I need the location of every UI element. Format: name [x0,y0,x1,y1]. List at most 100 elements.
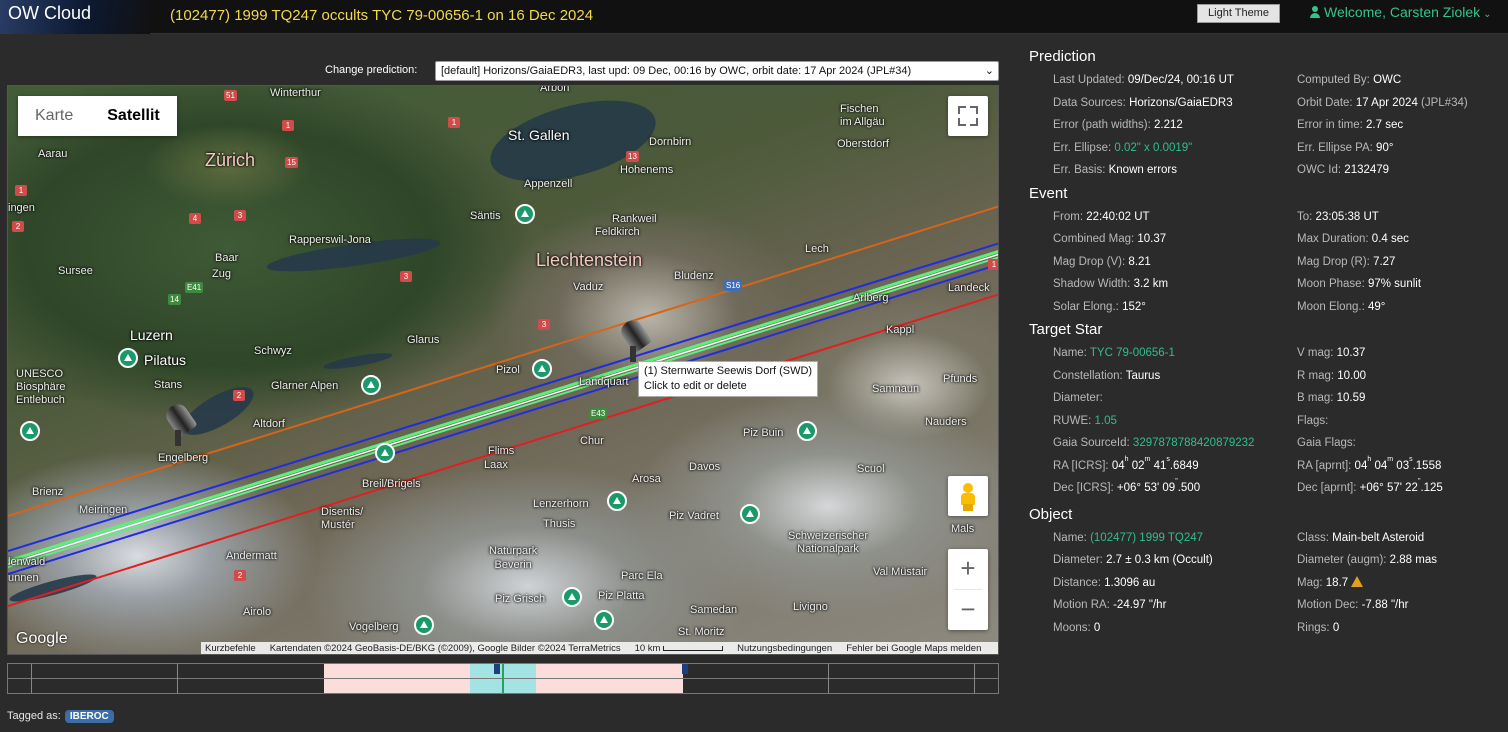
timeline-handle[interactable] [682,664,688,674]
report-error-link[interactable]: Fehler bei Google Maps melden [846,642,981,654]
google-logo[interactable]: Google [16,630,68,648]
place-label: Oberstdorf [837,138,889,150]
object-name-link[interactable]: (102477) 1999 TQ247 [1090,532,1203,544]
tag-badge[interactable]: IBEROC [64,710,114,723]
mountain-pin-icon[interactable] [532,359,552,379]
place-label: Chur [580,435,604,447]
road-shield: 4 [189,213,201,224]
tagged-label: Tagged as: [7,710,61,722]
field-motion-ra: Motion RA: -24.97 "/hr [1053,599,1167,611]
field-ra-apparent: RA [aprnt]: 04h 04m 03s.1558 [1297,455,1442,472]
place-label: Samnaun [872,383,920,395]
place-label: Glarus [407,334,440,346]
map-attribution: Kurzbefehle Kartendaten ©2024 GeoBasis-D… [201,642,998,654]
road-shield: 51 [224,90,237,101]
tooltip-hint: Click to edit or delete [644,380,747,392]
prediction-select[interactable]: [default] Horizons/GaiaEDR3, last upd: 0… [435,61,999,81]
road-shield: 1 [15,185,27,196]
road-shield: 13 [626,151,639,162]
place-label: Winterthur [270,87,321,99]
place-label: lenwald [8,556,46,568]
timeline-handle[interactable] [494,664,500,674]
field-b-mag: B mag: 10.59 [1297,392,1366,404]
mountain-pin-icon[interactable] [562,587,582,607]
zoom-in-button[interactable]: + [948,549,988,589]
place-label: Appenzell [524,178,573,190]
place-label: Pizol [496,364,520,376]
place-label: UNESCO Biosphäre Entlebuch [16,368,66,406]
section-title-target-star: Target Star [1029,321,1103,338]
light-theme-button[interactable]: Light Theme [1197,4,1280,23]
field-ra-icrs: RA [ICRS]: 04h 02m 41s.6849 [1053,455,1199,472]
fullscreen-icon[interactable] [948,96,988,136]
user-icon [1310,6,1320,18]
road-shield: 3 [400,271,412,282]
mountain-pin-icon[interactable] [20,421,40,441]
place-label: Scuol [857,463,885,475]
map-data-credit: Kartendaten ©2024 GeoBasis-DE/BKG (©2009… [269,643,621,654]
place-label: Sursee [58,265,93,277]
observer-tooltip[interactable]: (1) Sternwarte Seewis Dorf (SWD) Click t… [638,361,819,397]
place-label: Pfunds [943,373,978,385]
field-mag-drop-r: Mag Drop (R): 7.27 [1297,255,1396,268]
mountain-pin-icon[interactable] [414,615,434,635]
field-computed-by: Computed By: OWC [1297,74,1402,86]
place-label: Schweizerischer Nationalpark [788,530,869,555]
event-timeline[interactable] [7,663,999,694]
mountain-pin-icon[interactable] [375,443,395,463]
map[interactable]: Zürich Liechtenstein St. Gallen Winterth… [7,85,999,655]
mountain-pin-icon[interactable] [515,204,535,224]
gaia-source-link[interactable]: 3297878788420879232 [1133,437,1255,449]
tags: Tagged as: IBEROC [7,710,114,723]
path-limit-blue-north [8,242,998,552]
mountain-pin-icon[interactable] [797,421,817,441]
user-menu[interactable]: Welcome, Carsten Ziolek ⌄ [1310,4,1492,20]
place-label: Säntis [470,210,501,222]
mountain-pin-icon[interactable] [594,610,614,630]
place-label: Livigno [793,601,828,613]
path-center-green-2 [8,256,998,568]
mountain-pin-icon[interactable] [361,375,381,395]
scale-bar[interactable]: 10 km [635,642,724,654]
field-err-basis: Err. Basis: Known errors [1053,164,1177,176]
place-label: Nauders [925,416,967,428]
place-label: Landquart [579,376,629,388]
mountain-pin-icon[interactable] [607,491,627,511]
field-object-name: Name: (102477) 1999 TQ247 [1053,531,1204,544]
err-ellipse-link[interactable]: 0.02" x 0.0019" [1114,142,1192,154]
place-label: Arosa [632,473,661,485]
field-err-ellipse-pa: Err. Ellipse PA: 90° [1297,141,1394,154]
field-moons: Moons: 0 [1053,621,1101,634]
mountain-pin-icon[interactable] [740,504,760,524]
place-label: Val Müstair [873,566,928,578]
map-type-karte[interactable]: Karte [18,96,91,136]
map-type-satellit[interactable]: Satellit [90,96,177,136]
street-view-pegman-icon[interactable] [948,476,988,516]
field-rings: Rings: 0 [1297,621,1340,634]
field-ruwe: RUWE: 1.05 [1053,414,1117,427]
field-moon-elong: Moon Elong.: 49° [1297,300,1386,313]
road-shield: E43 [589,408,608,419]
road-shield: 1 [988,259,998,270]
place-label: Disentis/ Mustér [321,506,364,531]
warning-icon[interactable] [1351,575,1364,587]
field-from: From: 22:40:02 UT [1053,210,1150,223]
app-logo[interactable]: OW Cloud [0,0,150,34]
observatory-telescope-icon[interactable] [162,400,198,448]
place-label: Aarau [38,148,68,160]
observatory-telescope-icon[interactable] [617,316,653,364]
field-orbit-date: Orbit Date: 17 Apr 2024 (JPL#34) [1297,96,1468,109]
star-name-link[interactable]: TYC 79-00656-1 [1090,347,1175,359]
place-label: Rankweil [612,213,657,225]
zoom-out-button[interactable]: − [948,590,988,630]
place-label: Lenzerhorn [533,498,589,510]
keyboard-shortcuts-link[interactable]: Kurzbefehle [205,642,256,654]
place-label: Vogelberg [349,621,399,633]
field-combined-mag: Combined Mag: 10.37 [1053,233,1167,245]
chevron-down-icon: ⌄ [1483,9,1492,20]
road-shield: 3 [538,319,550,330]
ruwe-link[interactable]: 1.05 [1095,415,1117,427]
mountain-pin-icon[interactable] [118,348,138,368]
terms-link[interactable]: Nutzungsbedingungen [737,642,832,654]
path-limit-blue-south [8,263,998,575]
